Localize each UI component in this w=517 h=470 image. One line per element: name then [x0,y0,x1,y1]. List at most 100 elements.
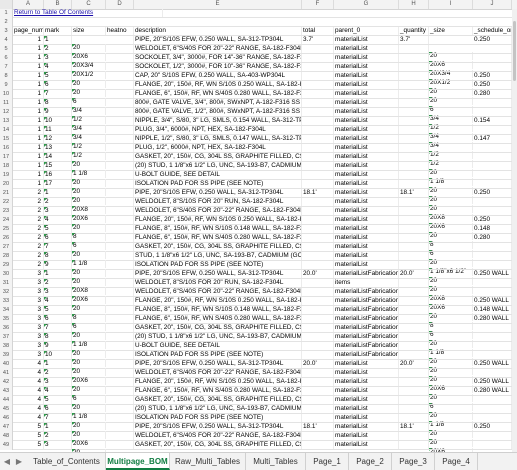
cell-mark[interactable]: 2 [44,279,72,287]
cell-page-num[interactable]: 2 [13,207,44,215]
cell-total[interactable] [302,126,334,134]
column-header-e[interactable]: E [134,0,302,9]
column-header-j[interactable]: J [473,0,512,9]
cell-schedule[interactable] [473,108,512,116]
row-number[interactable]: 17 [0,153,13,162]
cell-heatno[interactable] [106,99,134,107]
cell-quantity[interactable] [399,306,429,314]
cell-description[interactable]: WELDOLET, 8"S/10S FOR 20" RUN, SA-182-F3… [134,198,302,206]
cell-heatno[interactable] [106,315,134,323]
cell-mark[interactable]: 4 [44,387,72,395]
cell-description[interactable]: PIPE, 20"S/10S EFW, 0.250 WALL, SA-312-T… [134,270,302,278]
cell-quantity[interactable] [399,99,429,107]
cell-schedule[interactable] [473,45,512,53]
cell-total[interactable] [302,207,334,215]
cell-heatno[interactable] [106,36,134,44]
cell-parent[interactable]: materialList [334,81,399,89]
cell-parent[interactable]: materialList [334,234,399,242]
header-total[interactable]: total [302,27,334,35]
cell-quantity[interactable]: 18.1' [399,423,429,431]
cell-total[interactable] [302,288,334,296]
cell-schedule[interactable] [473,99,512,107]
cell-schedule[interactable] [473,324,512,332]
cell-parent[interactable]: materialList [334,171,399,179]
cell-total[interactable] [302,117,334,125]
cell-schedule[interactable]: 0.154 [473,117,512,125]
cell-description[interactable]: FLANGE, 20", 150#, RF, WN S/10S 0.250 WA… [134,81,302,89]
row-number[interactable]: 39 [0,351,13,360]
row-number[interactable]: 12 [0,108,13,117]
cell-description[interactable]: WELDOLET, 6"S/40S FOR 20"-22" RANGE, SA-… [134,288,302,296]
cell-total[interactable]: 20.0' [302,360,334,368]
cell-mark[interactable]: 9 [44,261,72,269]
sheet-tab-table-of-contents[interactable]: Table_of_Contents [28,453,106,470]
cell-heatno[interactable] [106,72,134,80]
cell-heatno[interactable] [106,198,134,206]
cell-heatno[interactable] [106,135,134,143]
cell-description[interactable]: (20) STUD, 1 1/8"x6 1/2" LG, UNC, SA-193… [134,333,302,341]
cell-heatno[interactable] [106,207,134,215]
cell-parent[interactable]: materialList [334,441,399,449]
cell-page-num[interactable]: 2 [13,243,44,251]
cell-quantity[interactable] [399,45,429,53]
cell-parent[interactable]: materialListFabrication [334,288,399,296]
cell-page-num[interactable]: 2 [13,252,44,260]
cell-quantity[interactable] [399,369,429,377]
cell-page-num[interactable]: 3 [13,306,44,314]
cell-quantity[interactable] [399,351,429,359]
cell-description[interactable]: FLANGE, 20", 150#, RF, WN S/10S 0.250 WA… [134,297,302,305]
cell-quantity[interactable] [399,180,429,188]
cell-page-num[interactable]: 1 [13,90,44,98]
cell-total[interactable]: 18.1' [302,423,334,431]
row-number[interactable]: 5 [0,45,13,54]
cell-total[interactable] [302,378,334,386]
cell-parent[interactable]: materialList [334,99,399,107]
cell-page-num[interactable]: 3 [13,342,44,350]
cell-parent[interactable]: materialList [334,144,399,152]
cell-parent[interactable]: materialList [334,216,399,224]
sheet-tab-page-4[interactable]: Page_4 [435,453,478,470]
cell-parent[interactable]: materialList [334,261,399,269]
row-number[interactable]: 43 [0,387,13,396]
cell-description[interactable]: FLANGE, 6", 150#, RF, WN S/40S 0.280 WAL… [134,234,302,242]
cell-total[interactable] [302,432,334,440]
cell-heatno[interactable] [106,90,134,98]
cell-schedule[interactable] [473,279,512,287]
cell-heatno[interactable] [106,171,134,179]
cell-total[interactable] [302,306,334,314]
cell-description[interactable]: ISOLATION PAD FOR SS PIPE (SEE NOTE) [134,351,302,359]
cell-mark[interactable]: 1 [44,270,72,278]
cell-total[interactable] [302,45,334,53]
cell-total[interactable] [302,315,334,323]
cell-mark[interactable]: 7 [44,90,72,98]
row-number[interactable]: 11 [0,99,13,108]
cell-heatno[interactable] [106,81,134,89]
cell-parent[interactable]: materialList [334,72,399,80]
cell-parent[interactable]: materialList [334,369,399,377]
cell-parent[interactable]: materialList [334,117,399,125]
cell-page-num[interactable]: 1 [13,36,44,44]
cell-description[interactable]: (20) STUD, 1 1/8"x6 1/2" LG, UNC, SA-193… [134,405,302,413]
cell-mark[interactable]: 2 [44,45,72,53]
cell-parent[interactable]: materialList [334,189,399,197]
cell-mark[interactable]: 10 [44,117,72,125]
cell-quantity[interactable] [399,117,429,125]
cell-total[interactable] [302,153,334,161]
cell-page-num[interactable]: 3 [13,297,44,305]
cell-schedule[interactable]: 0.250 WALL [473,270,512,278]
cell-heatno[interactable] [106,423,134,431]
cell-schedule[interactable]: 0.280 [473,234,512,242]
cell-heatno[interactable] [106,324,134,332]
cell-total[interactable] [302,180,334,188]
cell-total[interactable] [302,108,334,116]
cell-quantity[interactable] [399,261,429,269]
cell-description[interactable]: FLANGE, 6", 150#, RF, WN S/40S 0.280 WAL… [134,315,302,323]
cell-total[interactable] [302,252,334,260]
row-number[interactable]: 16 [0,144,13,153]
row-number[interactable]: 45 [0,405,13,414]
cell-schedule[interactable]: 0.147 [473,135,512,143]
cell-description[interactable]: GASKET, 20", 150#, CG, 304L SS, GRAPHITE… [134,324,302,332]
cell-heatno[interactable] [106,234,134,242]
row-number[interactable]: 28 [0,252,13,261]
cell-quantity[interactable] [399,108,429,116]
